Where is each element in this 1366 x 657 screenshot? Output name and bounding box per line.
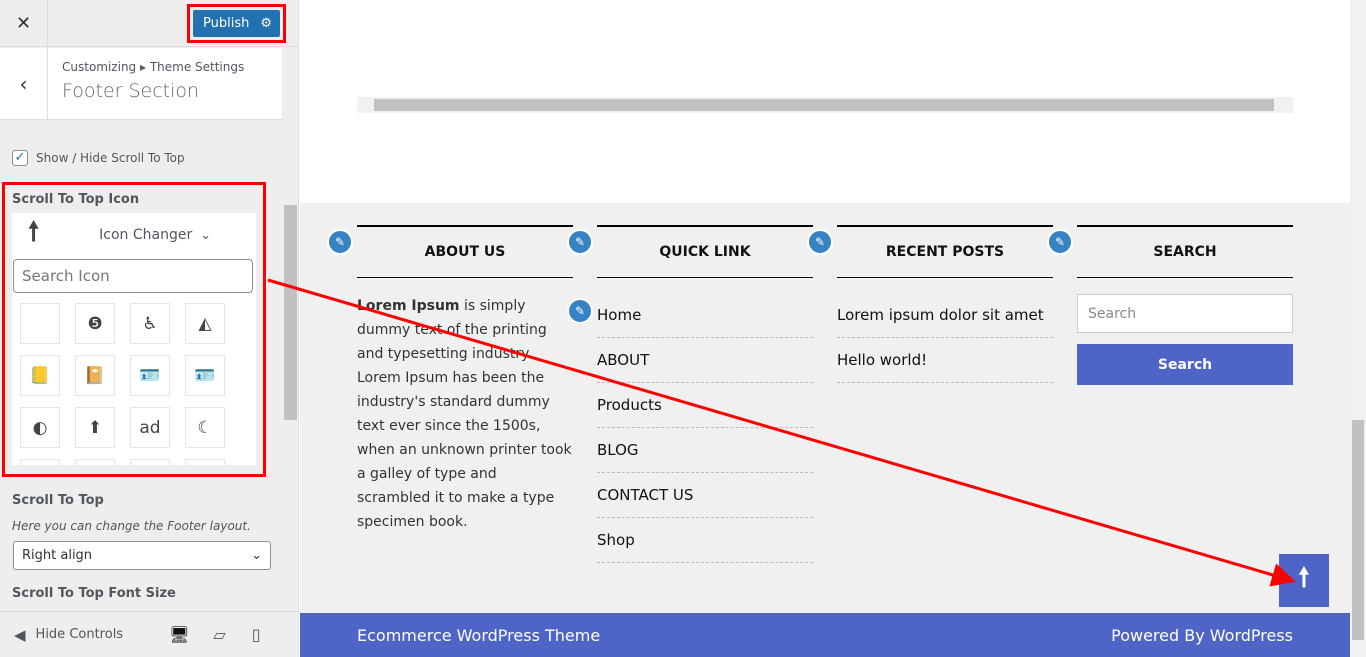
annotation-arrow bbox=[267, 278, 1296, 587]
